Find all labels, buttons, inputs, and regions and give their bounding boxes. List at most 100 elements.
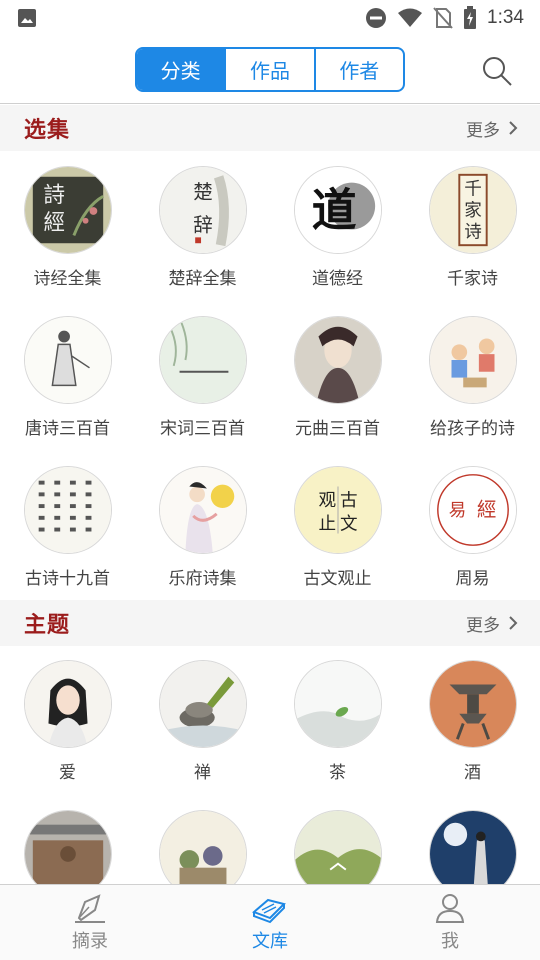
zhouyi-char-2: 經 [476,498,496,521]
theme-item-wine[interactable]: 酒 [405,660,540,800]
guwen-char-4: 文 [339,515,357,535]
tab-works[interactable]: 作品 [226,49,316,90]
item-label: 给孩子的诗 [430,419,515,439]
search-button[interactable] [480,54,514,88]
guwen-char-2: 古 [339,491,357,511]
wine-theme [428,660,517,748]
yuanqu-cover [293,316,382,404]
nav-label-excerpts: 摘录 [72,931,108,952]
search-icon [483,57,512,86]
shijing-char-1: 詩 [43,183,65,208]
collection-item-songci[interactable]: 宋词三百首 [135,316,270,456]
theme-item-tea[interactable]: 茶 [270,660,405,800]
collections-section-header: 选集 更多 [0,105,540,151]
collection-item-guwenguanzhi[interactable]: 观 古 止 文 古文观止 [270,466,405,606]
themes-row-1: 爱 禅 茶 酒 [0,660,540,810]
nav-excerpts[interactable]: 摘录 [0,885,180,960]
item-label: 唐诗三百首 [25,419,110,439]
more-label: 更多 [466,615,500,636]
collections-row-1: 詩 經 诗经全集 楚 辞 楚辞全集 道 道德经 千 家 诗 千家诗 [0,166,540,316]
item-label: 古诗十九首 [25,569,110,589]
item-label: 禅 [194,763,211,783]
love-theme [23,660,112,748]
songci-cover [158,316,247,404]
theme-item-zen[interactable]: 禅 [135,660,270,800]
guwenguanzhi-cover: 观 古 止 文 [293,466,382,554]
more-label: 更多 [466,120,500,141]
nav-me[interactable]: 我 [360,885,540,960]
chuci-char-1: 楚 [193,180,213,203]
collection-item-chuci[interactable]: 楚 辞 楚辞全集 [135,166,270,306]
zhouyi-char-1: 易 [448,501,466,521]
nav-library[interactable]: 文库 [180,885,360,960]
no-sim-icon [433,7,453,29]
header: 分类 作品 作者 [0,36,540,104]
tab-category[interactable]: 分类 [137,49,227,90]
qianjiashi-cover: 千 家 诗 [428,166,517,254]
chevron-right-icon [509,616,518,630]
shijing-char-2: 經 [43,211,65,236]
yuefu-cover [158,466,247,554]
pen-nib-icon [75,894,105,923]
collection-item-tangshi[interactable]: 唐诗三百首 [0,316,135,456]
collection-item-children[interactable]: 给孩子的诗 [405,316,540,456]
item-label: 乐府诗集 [168,569,237,589]
qjs-char-1: 千 [464,179,482,199]
person-icon [435,894,465,923]
collection-item-zhouyi[interactable]: 易 經 周易 [405,466,540,606]
shijing-cover: 詩 經 [23,166,112,254]
item-label: 元曲三百首 [295,419,380,439]
collection-item-yuanqu[interactable]: 元曲三百首 [270,316,405,456]
themes-section-header: 主题 更多 [0,600,540,646]
children-poems-cover [428,316,517,404]
item-label: 诗经全集 [33,269,102,289]
dao-char: 道 [311,184,356,237]
wifi-icon [398,8,423,27]
theme-item-love[interactable]: 爱 [0,660,135,800]
tab-authors[interactable]: 作者 [316,49,403,90]
item-label: 爱 [59,763,76,783]
item-label: 酒 [464,763,481,783]
collection-item-yuefu[interactable]: 乐府诗集 [135,466,270,606]
bottom-navigation: 摘录 文库 我 [0,884,540,960]
nav-label-library: 文库 [252,931,288,952]
zhouyi-cover: 易 經 [428,466,517,554]
section-title-themes: 主题 [24,613,71,638]
tea-theme [293,660,382,748]
item-label: 古文观止 [303,569,372,589]
do-not-disturb-icon [366,8,387,28]
item-label: 宋词三百首 [160,419,245,439]
collection-item-gushi[interactable]: 古诗十九首 [0,466,135,606]
image-notification-icon [18,9,36,27]
nav-label-me: 我 [441,931,459,952]
collection-item-daodejing[interactable]: 道 道德经 [270,166,405,306]
tangshi-cover [23,316,112,404]
section-title-collections: 选集 [24,118,71,143]
status-bar: 1:34 [0,0,540,36]
item-label: 道德经 [312,269,363,289]
daodejing-cover: 道 [293,166,382,254]
item-label: 楚辞全集 [168,269,237,289]
guwen-char-3: 止 [318,515,336,535]
collections-row-2: 唐诗三百首 宋词三百首 元曲三百首 给孩子的诗 [0,316,540,466]
status-time: 1:34 [487,7,524,28]
collections-row-3: 古诗十九首 乐府诗集 观 古 止 文 古文观止 易 經 周易 [0,466,540,616]
collection-item-qianjiashi[interactable]: 千 家 诗 千家诗 [405,166,540,306]
guwen-char-1: 观 [318,491,336,511]
qjs-char-2: 家 [464,201,482,221]
chuci-char-2: 辞 [193,214,213,237]
item-label: 周易 [455,569,490,589]
gushi-cover [23,466,112,554]
battery-charging-icon [464,6,477,29]
chuci-cover: 楚 辞 [158,166,247,254]
header-divider [0,103,540,104]
category-tabs: 分类 作品 作者 [135,47,405,92]
themes-more-button[interactable]: 更多 [466,611,518,636]
item-label: 千家诗 [447,269,498,289]
collections-more-button[interactable]: 更多 [466,116,518,141]
collection-item-shijing[interactable]: 詩 經 诗经全集 [0,166,135,306]
qjs-char-3: 诗 [464,222,482,242]
books-icon [252,898,286,924]
zen-theme [158,660,247,748]
item-label: 茶 [329,763,346,783]
